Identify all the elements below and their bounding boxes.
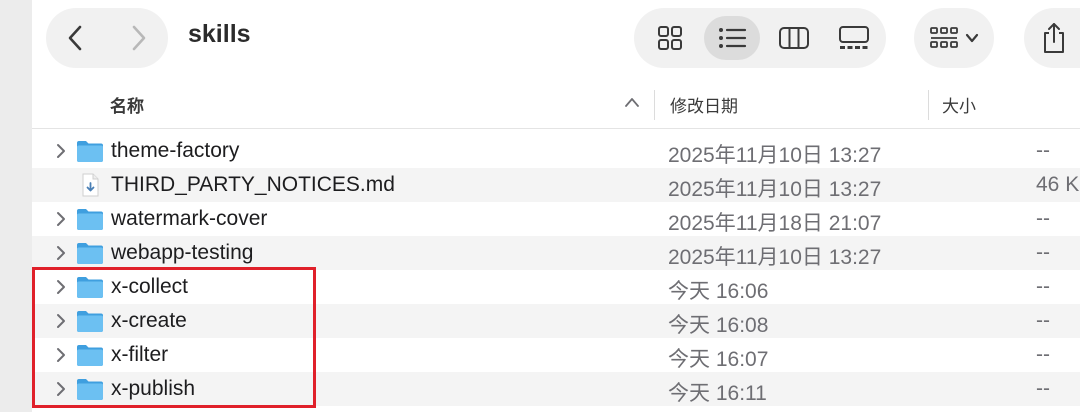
navigation-group xyxy=(46,8,168,68)
folder-icon xyxy=(77,209,103,230)
file-size: -- xyxy=(1036,139,1050,162)
file-size: -- xyxy=(1036,207,1050,230)
file-size: -- xyxy=(1036,377,1050,400)
share-button[interactable] xyxy=(1024,8,1080,68)
sidebar-edge xyxy=(0,0,33,412)
view-switcher xyxy=(634,8,886,68)
window-title: skills xyxy=(188,20,251,48)
list-icon xyxy=(719,28,747,48)
disclosure-chevron-icon[interactable] xyxy=(54,143,68,159)
modified-date: 今天 16:06 xyxy=(668,280,769,303)
modified-date: 2025年11月18日 21:07 xyxy=(668,212,882,235)
chevron-down-icon xyxy=(965,33,979,43)
folder-icon xyxy=(77,141,103,162)
file-name: theme-factory xyxy=(111,139,240,162)
file-name: THIRD_PARTY_NOTICES.md xyxy=(111,173,395,196)
modified-date: 今天 16:11 xyxy=(668,382,767,405)
gallery-view-button[interactable] xyxy=(826,16,882,60)
file-size: -- xyxy=(1036,343,1050,366)
file-size: -- xyxy=(1036,309,1050,332)
modified-date: 2025年11月10日 13:27 xyxy=(668,246,882,269)
column-date-header[interactable]: 修改日期 xyxy=(670,92,738,117)
disclosure-chevron-icon[interactable] xyxy=(54,211,68,227)
icon-view-button[interactable] xyxy=(642,16,698,60)
list-view-button[interactable] xyxy=(704,16,760,60)
highlight-box xyxy=(32,267,316,408)
file-size: -- xyxy=(1036,275,1050,298)
file-size: -- xyxy=(1036,241,1050,264)
modified-date: 今天 16:07 xyxy=(668,348,769,371)
sort-ascending-icon[interactable] xyxy=(624,96,640,108)
disclosure-chevron-icon[interactable] xyxy=(54,245,68,261)
file-size: 46 KB xyxy=(1036,173,1080,196)
gallery-icon xyxy=(839,26,869,49)
file-name: webapp-testing xyxy=(111,241,254,264)
chevron-right-icon xyxy=(132,25,146,51)
column-divider[interactable] xyxy=(654,90,655,120)
file-row[interactable]: webapp-testing 2025年11月10日 13:27 -- xyxy=(32,236,1080,270)
modified-date: 2025年11月10日 13:27 xyxy=(668,178,882,201)
chevron-left-icon xyxy=(68,25,82,51)
column-size-header[interactable]: 大小 xyxy=(942,92,976,117)
column-header: 名称 修改日期 大小 xyxy=(32,82,1080,129)
group-by-button[interactable] xyxy=(914,8,994,68)
modified-date: 今天 16:08 xyxy=(668,314,769,337)
folder-icon xyxy=(77,243,103,264)
share-icon xyxy=(1044,23,1064,53)
grid-icon xyxy=(658,26,682,50)
column-name-header[interactable]: 名称 xyxy=(110,92,144,117)
group-by-icon xyxy=(930,27,958,48)
markdown-file-icon xyxy=(82,173,99,197)
file-row[interactable]: theme-factory 2025年11月10日 13:27 -- xyxy=(32,134,1080,168)
modified-date: 2025年11月10日 13:27 xyxy=(668,144,882,167)
column-view-button[interactable] xyxy=(766,16,822,60)
file-row[interactable]: THIRD_PARTY_NOTICES.md 2025年11月10日 13:27 4… xyxy=(32,168,1080,202)
column-divider[interactable] xyxy=(928,90,929,120)
toolbar: skills xyxy=(32,0,1080,76)
forward-button[interactable] xyxy=(122,22,154,54)
columns-icon xyxy=(779,27,809,49)
back-button[interactable] xyxy=(60,22,92,54)
file-name: watermark-cover xyxy=(111,207,268,230)
file-row[interactable]: watermark-cover 2025年11月18日 21:07 -- xyxy=(32,202,1080,236)
